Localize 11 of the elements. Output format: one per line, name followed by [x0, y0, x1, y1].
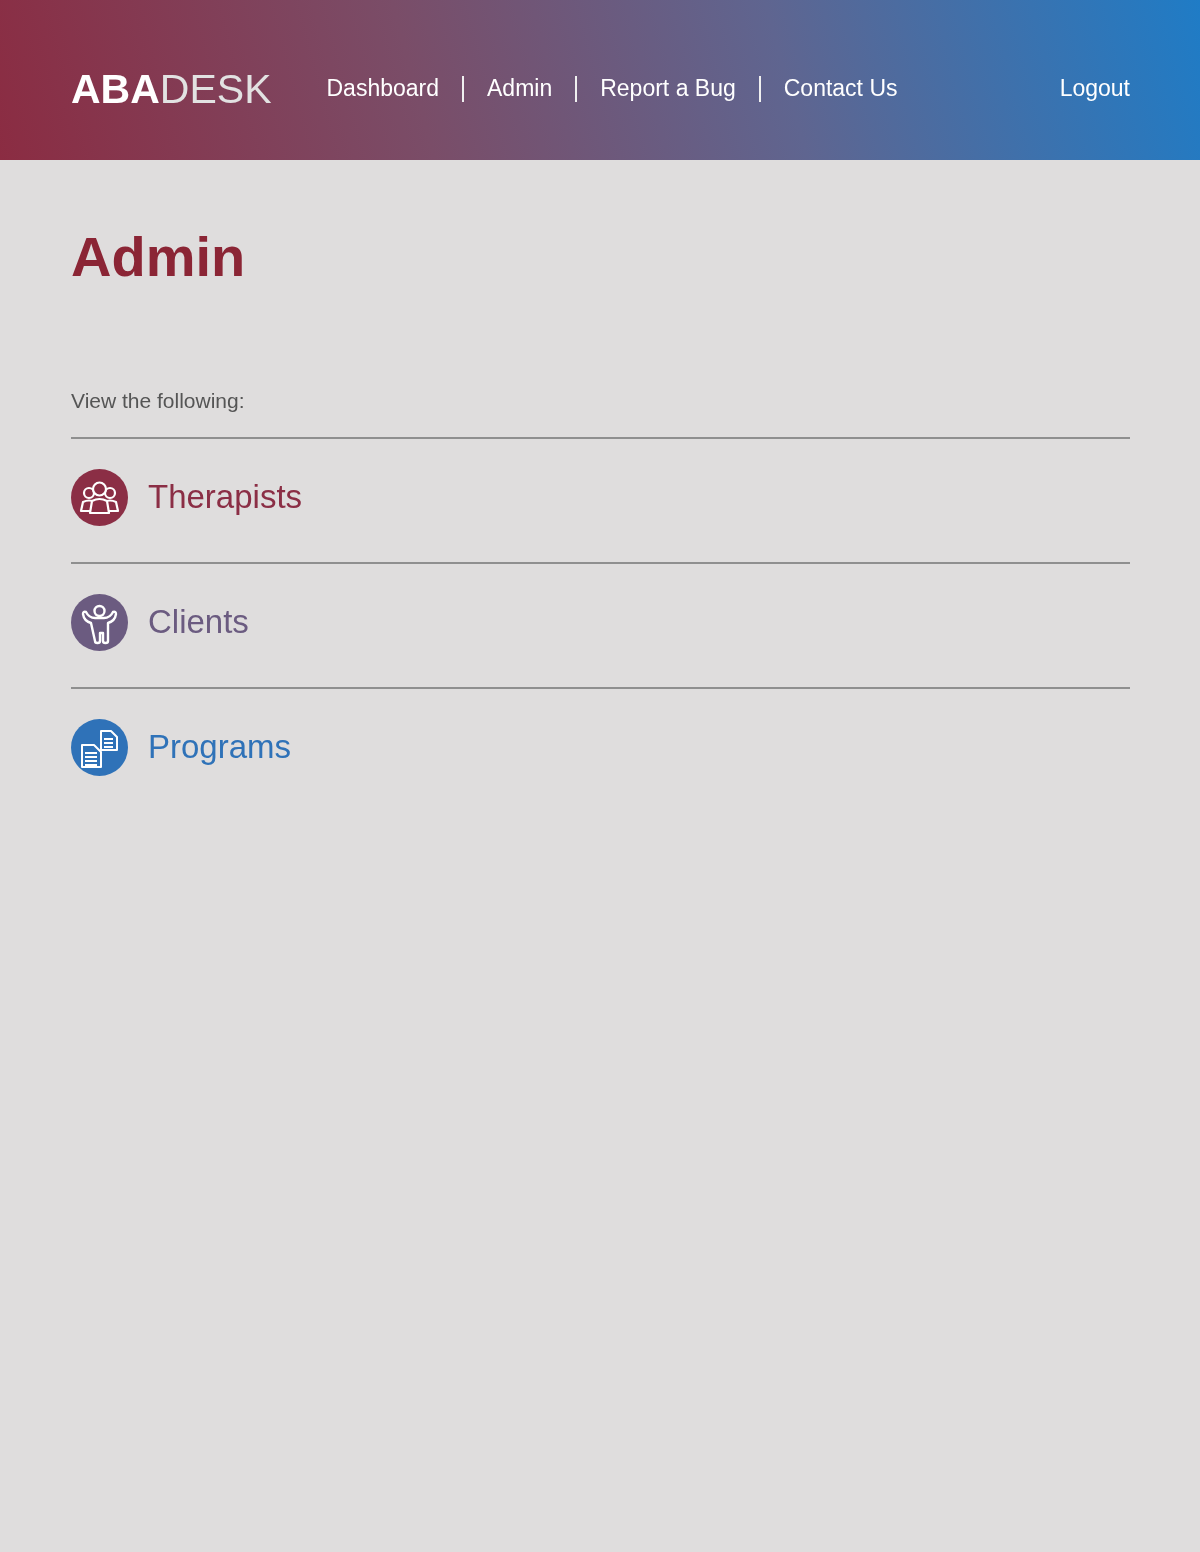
- nav-link[interactable]: Dashboard: [326, 75, 439, 103]
- abadesk-logo[interactable]: ABADESK: [71, 68, 272, 110]
- category-link[interactable]: Clients: [71, 593, 249, 651]
- page-title: Admin: [71, 226, 247, 288]
- nav-link[interactable]: Admin: [487, 75, 553, 103]
- category-link[interactable]: Therapists: [71, 468, 303, 526]
- nav-link[interactable]: Report a Bug: [600, 75, 736, 103]
- nav-link[interactable]: Contact Us: [783, 75, 898, 103]
- intro-text: View the following:: [71, 387, 246, 413]
- category-link[interactable]: Programs: [71, 718, 292, 776]
- logout-link[interactable]: Logout: [1059, 75, 1130, 103]
